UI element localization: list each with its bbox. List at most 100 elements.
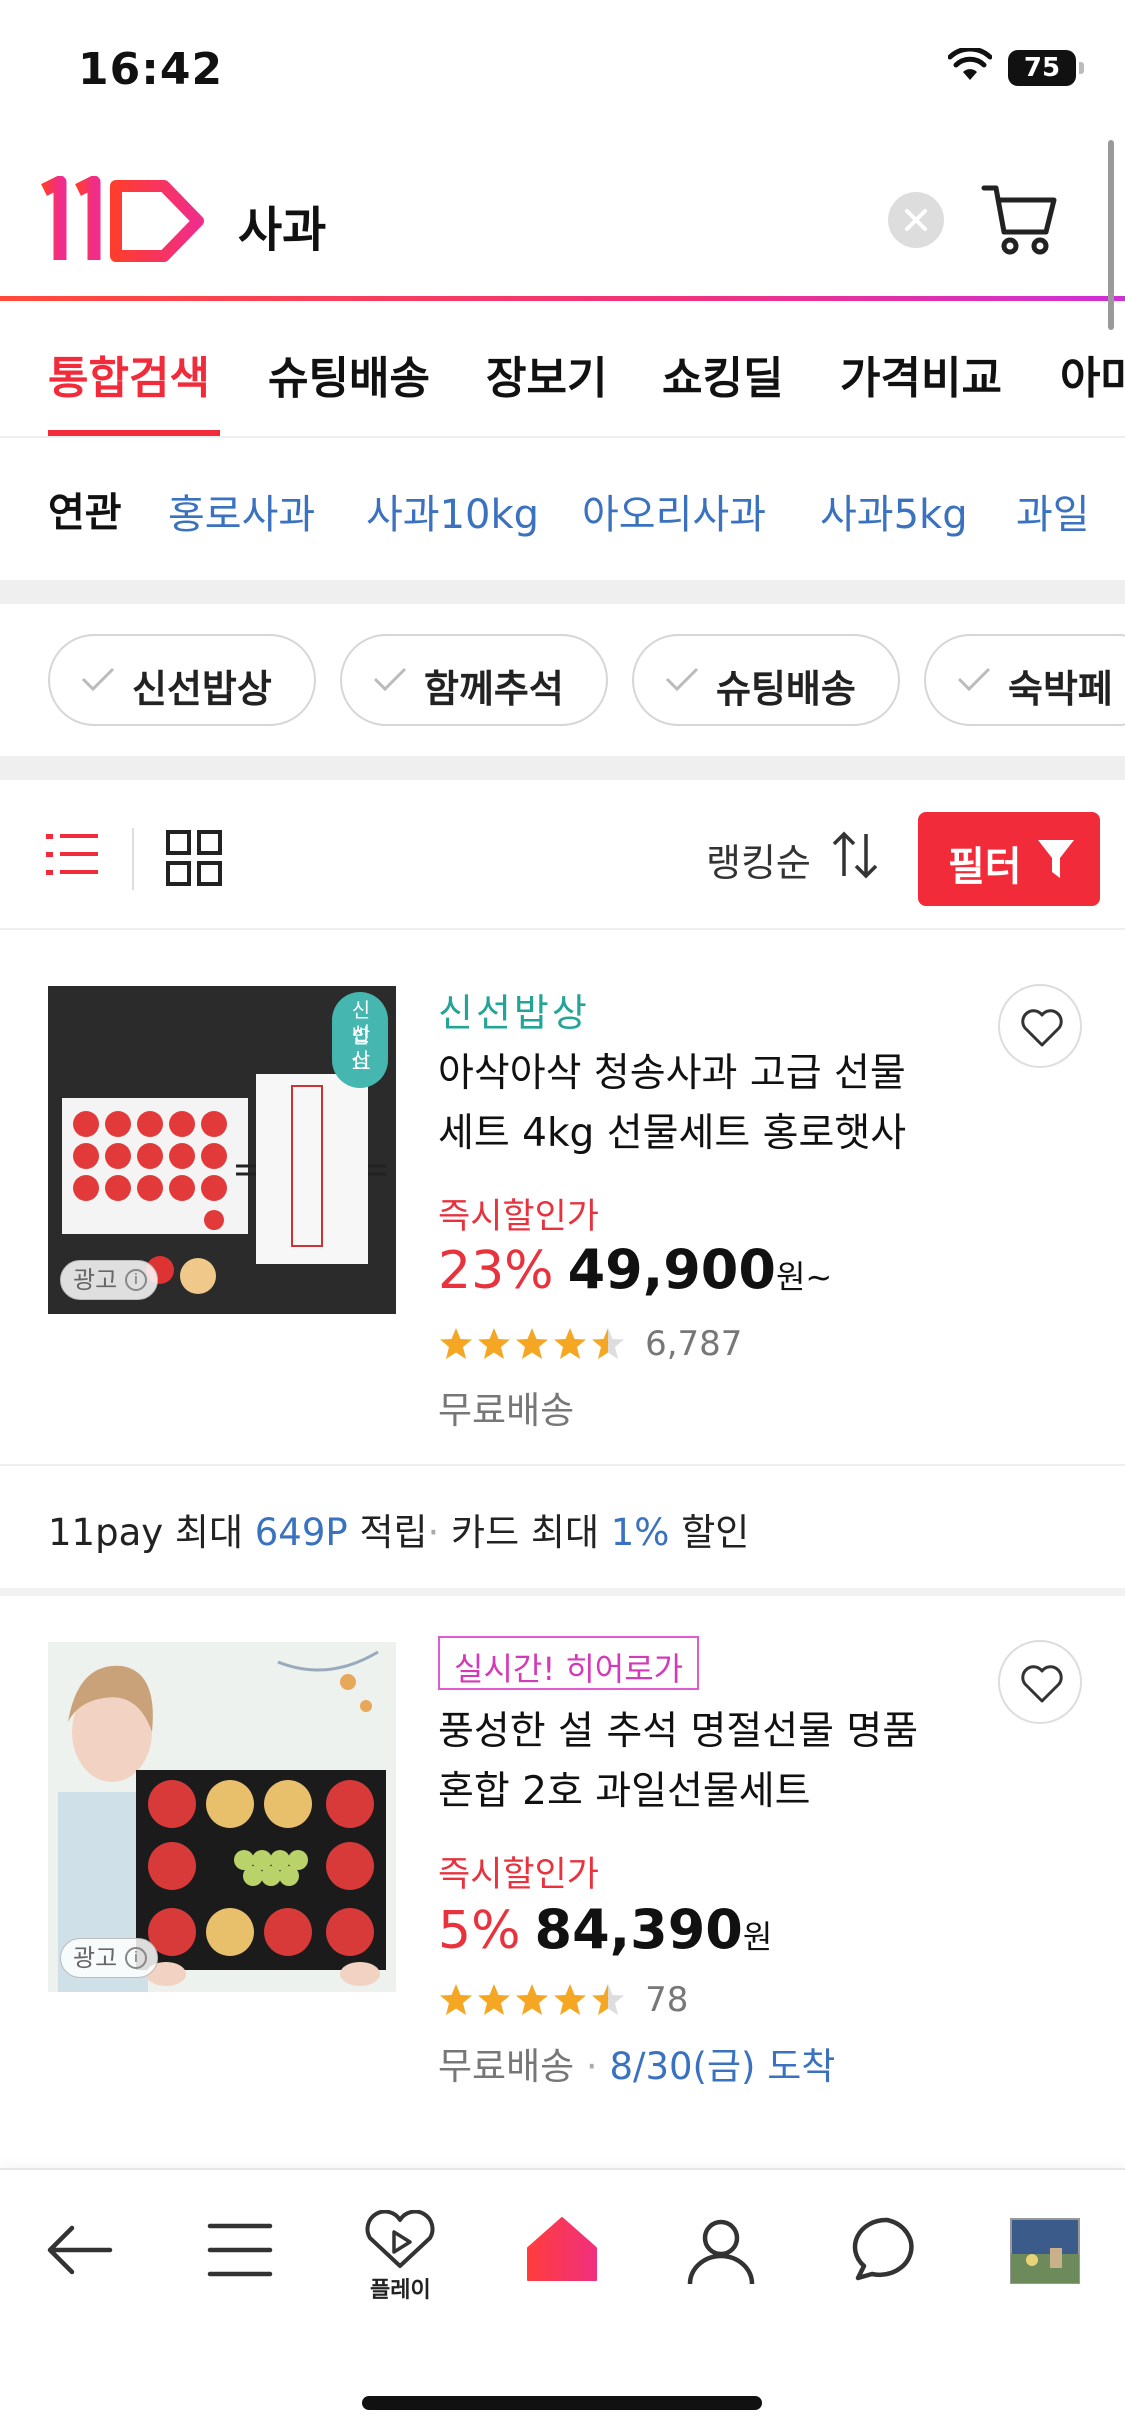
rating: 78 [438, 1980, 688, 2020]
filter-chips: 신선밥상 함께추석 슈팅배송 숙박페 [0, 604, 1125, 756]
tab-integrated-search[interactable]: 통합검색 [48, 342, 210, 406]
search-header: 사과 [0, 150, 1125, 300]
related-label: 연관 [48, 490, 122, 536]
chip-chuseok[interactable]: 함께추석 [340, 634, 608, 726]
promo-part: 11pay 최대 [48, 1511, 255, 1554]
product-title[interactable]: 풍성한 설 추석 명절선물 명품 혼합 2호 과일선물세트 [438, 1702, 998, 1822]
chip-label: 슈팅배송 [716, 667, 856, 711]
pay-promo-row[interactable]: 11pay 최대 649P 적립· 카드 최대 1% 할인 [0, 1464, 1125, 1588]
related-keyword[interactable]: 사과5kg [820, 482, 968, 540]
title-line: 세트 4kg 선물세트 홍로햇사 [438, 1111, 907, 1156]
ad-badge[interactable]: 광고 i [60, 1938, 158, 1978]
chip-label: 숙박페 [1008, 667, 1113, 711]
cart-icon [981, 185, 1057, 255]
product-card[interactable]: 광고 i 실시간! 히어로가 풍성한 설 추석 명절선물 명품 혼합 2호 과일선… [0, 1588, 1125, 2130]
play-label: 플레이 [370, 2278, 431, 2303]
ad-label: 광고 [73, 1266, 118, 1294]
star-rating-icon [440, 1328, 624, 1359]
status-time: 16:42 [78, 44, 224, 95]
list-view-button[interactable] [46, 830, 98, 884]
wifi-icon [947, 46, 993, 86]
section-separator [0, 756, 1125, 780]
back-button[interactable] [44, 2220, 116, 2284]
seller-tag: 신선밥상 [438, 991, 590, 1035]
pay-promo-text: 11pay 최대 649P 적립· 카드 최대 1% 할인 [48, 1502, 749, 1556]
home-icon [527, 2217, 597, 2281]
promo-part: 할인 [669, 1511, 750, 1554]
related-keyword[interactable]: 사과10kg [366, 482, 539, 540]
chip-label: 신선밥상 [132, 667, 272, 711]
play-button[interactable] [360, 2209, 440, 2274]
price-unit: 원~ [775, 1258, 833, 1296]
menu-icon [207, 2223, 273, 2277]
free-shipping: 무료배송 [438, 1389, 575, 1432]
price-unit: 원 [742, 1918, 773, 1956]
section-separator [0, 580, 1125, 604]
product-card[interactable]: 신선 밥상 11 광고 i 신선밥상 아삭아삭 청송사과 고급 선물 세트 4kg… [0, 932, 1125, 1464]
tab-grocery[interactable]: 장보기 [486, 342, 607, 406]
recent-view-button[interactable] [1010, 2218, 1080, 2288]
battery-icon: 75 [1008, 50, 1084, 86]
filter-button[interactable]: 필터 [918, 812, 1100, 906]
check-icon [957, 667, 991, 692]
chip-shooting-delivery[interactable]: 슈팅배송 [632, 634, 900, 726]
menu-button[interactable] [206, 2220, 274, 2284]
tab-price-compare[interactable]: 가격비교 [840, 342, 1002, 406]
header-divider [0, 296, 1125, 301]
promo-part: 적립 [347, 1511, 428, 1554]
info-icon: i [125, 1947, 147, 1969]
promo-part: 카드 최대 [439, 1511, 611, 1554]
discount-percent: 23% [438, 1241, 554, 1301]
home-indicator [362, 2396, 762, 2410]
chip-lodging[interactable]: 숙박페 [924, 634, 1125, 726]
check-icon [373, 667, 407, 692]
shipping-info: 무료배송 [438, 1380, 574, 1434]
close-icon [905, 209, 927, 231]
shipping-info: 무료배송 · 8/30(금) 도착 [438, 2045, 836, 2088]
product-image[interactable]: 광고 i [48, 1642, 396, 1992]
grid-icon [166, 830, 222, 886]
funnel-icon [1038, 840, 1074, 878]
arrival-date: 8/30(금) 도착 [609, 2045, 836, 2088]
title-line: 아삭아삭 청송사과 고급 선물 [438, 1051, 906, 1096]
11st-logo[interactable] [40, 175, 210, 270]
related-keyword[interactable]: 아오리사과 [582, 482, 766, 540]
chat-button[interactable] [852, 2216, 922, 2286]
review-count: 6,787 [645, 1324, 743, 1364]
chip-fresh-table[interactable]: 신선밥상 [48, 634, 316, 726]
tab-amazon[interactable]: 아마 [1060, 342, 1125, 406]
ad-badge[interactable]: 광고 i [60, 1260, 158, 1300]
promo-card-pct: 1% [610, 1511, 670, 1554]
wishlist-button[interactable] [998, 1640, 1082, 1724]
back-arrow-icon [47, 2225, 113, 2275]
thumb-badge-text: 11 [350, 1054, 372, 1073]
related-keyword[interactable]: 홍로사과 [168, 482, 315, 540]
grid-view-button[interactable] [166, 830, 222, 890]
toolbar-divider [132, 828, 134, 890]
price-line: 5% 84,390원 [438, 1898, 772, 1961]
clear-search-button[interactable] [888, 192, 944, 248]
free-shipping: 무료배송 [438, 2045, 575, 2088]
list-icon [46, 834, 98, 875]
related-keyword[interactable]: 과일 [1016, 482, 1090, 540]
chat-bubble-icon [852, 2217, 914, 2281]
filter-label: 필터 [948, 844, 1022, 890]
user-icon [687, 2219, 755, 2285]
product-title[interactable]: 아삭아삭 청송사과 고급 선물 세트 4kg 선물세트 홍로햇사 [438, 1044, 998, 1164]
home-button[interactable] [526, 2214, 598, 2286]
wishlist-button[interactable] [998, 984, 1082, 1068]
check-icon [81, 667, 115, 692]
heart-icon [1021, 1009, 1063, 1047]
my-page-button[interactable] [686, 2216, 756, 2290]
sort-icon[interactable] [830, 830, 882, 884]
tab-shocking-deal[interactable]: 쇼킹딜 [662, 342, 783, 406]
active-tab-indicator [48, 430, 220, 436]
sort-select[interactable]: 랭킹순 [706, 832, 811, 887]
rating: 6,787 [438, 1324, 742, 1364]
tab-shooting-delivery[interactable]: 슈팅배송 [268, 342, 430, 406]
discount-label: 즉시할인가 [438, 1197, 600, 1237]
cart-button[interactable] [980, 180, 1060, 264]
promo-dot: · [427, 1511, 440, 1554]
search-query[interactable]: 사과 [238, 190, 326, 260]
product-image[interactable]: 신선 밥상 11 광고 i [48, 986, 396, 1314]
